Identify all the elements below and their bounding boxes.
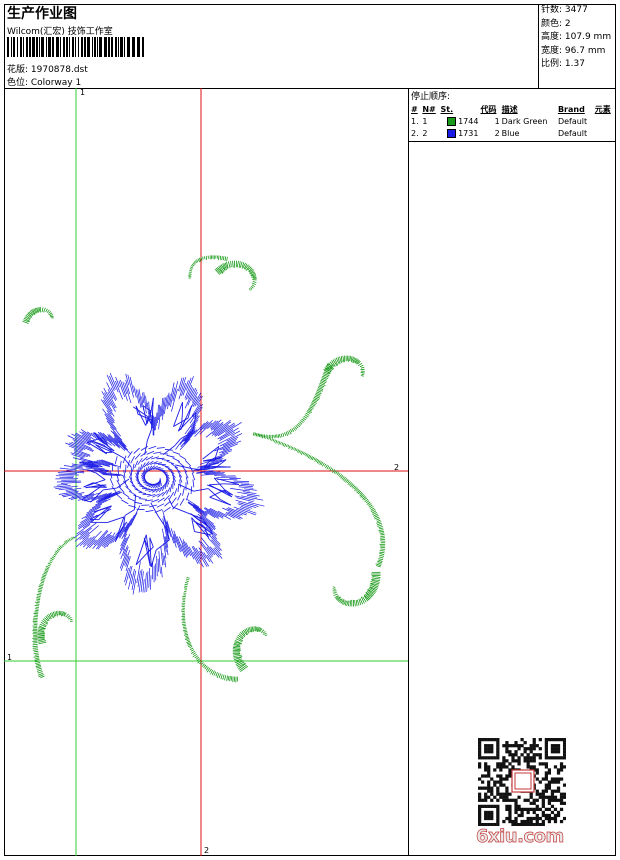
row-n: 1 — [422, 116, 428, 126]
header-info: 生产作业图 Wilcom(汇宏) 技饰工作室 花版: 1970878.dst 色… — [4, 4, 539, 88]
col-header-index: # — [411, 104, 418, 114]
color-swatch — [446, 128, 456, 138]
stat-width: 宽度: 96.7 mm — [541, 45, 606, 56]
col-header-desc: 描述 — [501, 104, 518, 114]
table-row: 2. 2 1731 2 Blue Default — [410, 127, 615, 139]
table-header-row: # N# St. 代码 描述 Brand 元素 — [410, 103, 615, 115]
col-header-brand: Brand — [557, 104, 585, 114]
stop-sequence-title: 停止顺序: — [411, 92, 451, 102]
row-brand: Default — [557, 116, 588, 126]
axis-label-red-right: 2 — [394, 463, 400, 472]
row-stitch-cell: 1744 — [440, 115, 480, 127]
stop-sequence-table: # N# St. 代码 描述 Brand 元素 1. 1 1744 1 Dark… — [410, 103, 615, 139]
stat-stitches: 针数: 3477 — [541, 5, 588, 15]
axis-label-red-bottom: 2 — [204, 846, 210, 855]
row-index: 2. — [411, 128, 419, 138]
row-element — [594, 115, 615, 127]
stats-panel: 针数: 3477 颜色: 2 高度: 107.9 mm 宽度: 96.7 mm … — [539, 4, 616, 88]
company-name: Wilcom(汇宏) 技饰工作室 — [7, 27, 113, 37]
color-swatch — [446, 116, 456, 126]
row-n: 2 — [422, 128, 428, 138]
row-index: 1. — [411, 116, 419, 126]
axis-label-green-top: 1 — [80, 88, 86, 97]
row-code: 2 — [494, 128, 500, 138]
site-watermark: 6xiu.com — [476, 826, 565, 848]
stop-sequence-panel: 停止顺序: # N# St. 代码 描述 Brand 元素 1. 1 1744 … — [409, 88, 616, 142]
row-description: Dark Green — [501, 116, 548, 126]
stat-scale: 比例: 1.37 — [541, 59, 585, 69]
qr-code — [478, 738, 566, 826]
table-row: 1. 1 1744 1 Dark Green Default — [410, 115, 615, 127]
row-brand: Default — [557, 128, 588, 138]
col-header-element: 元素 — [594, 104, 611, 114]
design-preview: 1 1 2 2 — [4, 88, 409, 856]
embroidery-preview — [4, 88, 408, 856]
page-title: 生产作业图 — [7, 6, 77, 22]
design-file-label: 花版: 1970878.dst — [7, 65, 88, 75]
blue-thread-layer — [53, 372, 265, 595]
stat-colors: 颜色: 2 — [541, 18, 571, 29]
axis-label-green-left: 1 — [7, 653, 13, 662]
row-code: 1 — [494, 116, 500, 126]
stat-height: 高度: 107.9 mm — [541, 32, 612, 42]
colorway-label: 色位: Colorway 1 — [7, 78, 82, 88]
barcode — [7, 37, 145, 57]
col-header-st: St. — [440, 104, 454, 114]
row-element — [594, 127, 615, 139]
header: 生产作业图 Wilcom(汇宏) 技饰工作室 花版: 1970878.dst 色… — [4, 4, 616, 89]
col-header-n: N# — [422, 104, 436, 114]
col-header-code: 代码 — [480, 104, 497, 114]
row-stitch-cell: 1731 — [440, 127, 480, 139]
row-description: Blue — [501, 128, 520, 138]
